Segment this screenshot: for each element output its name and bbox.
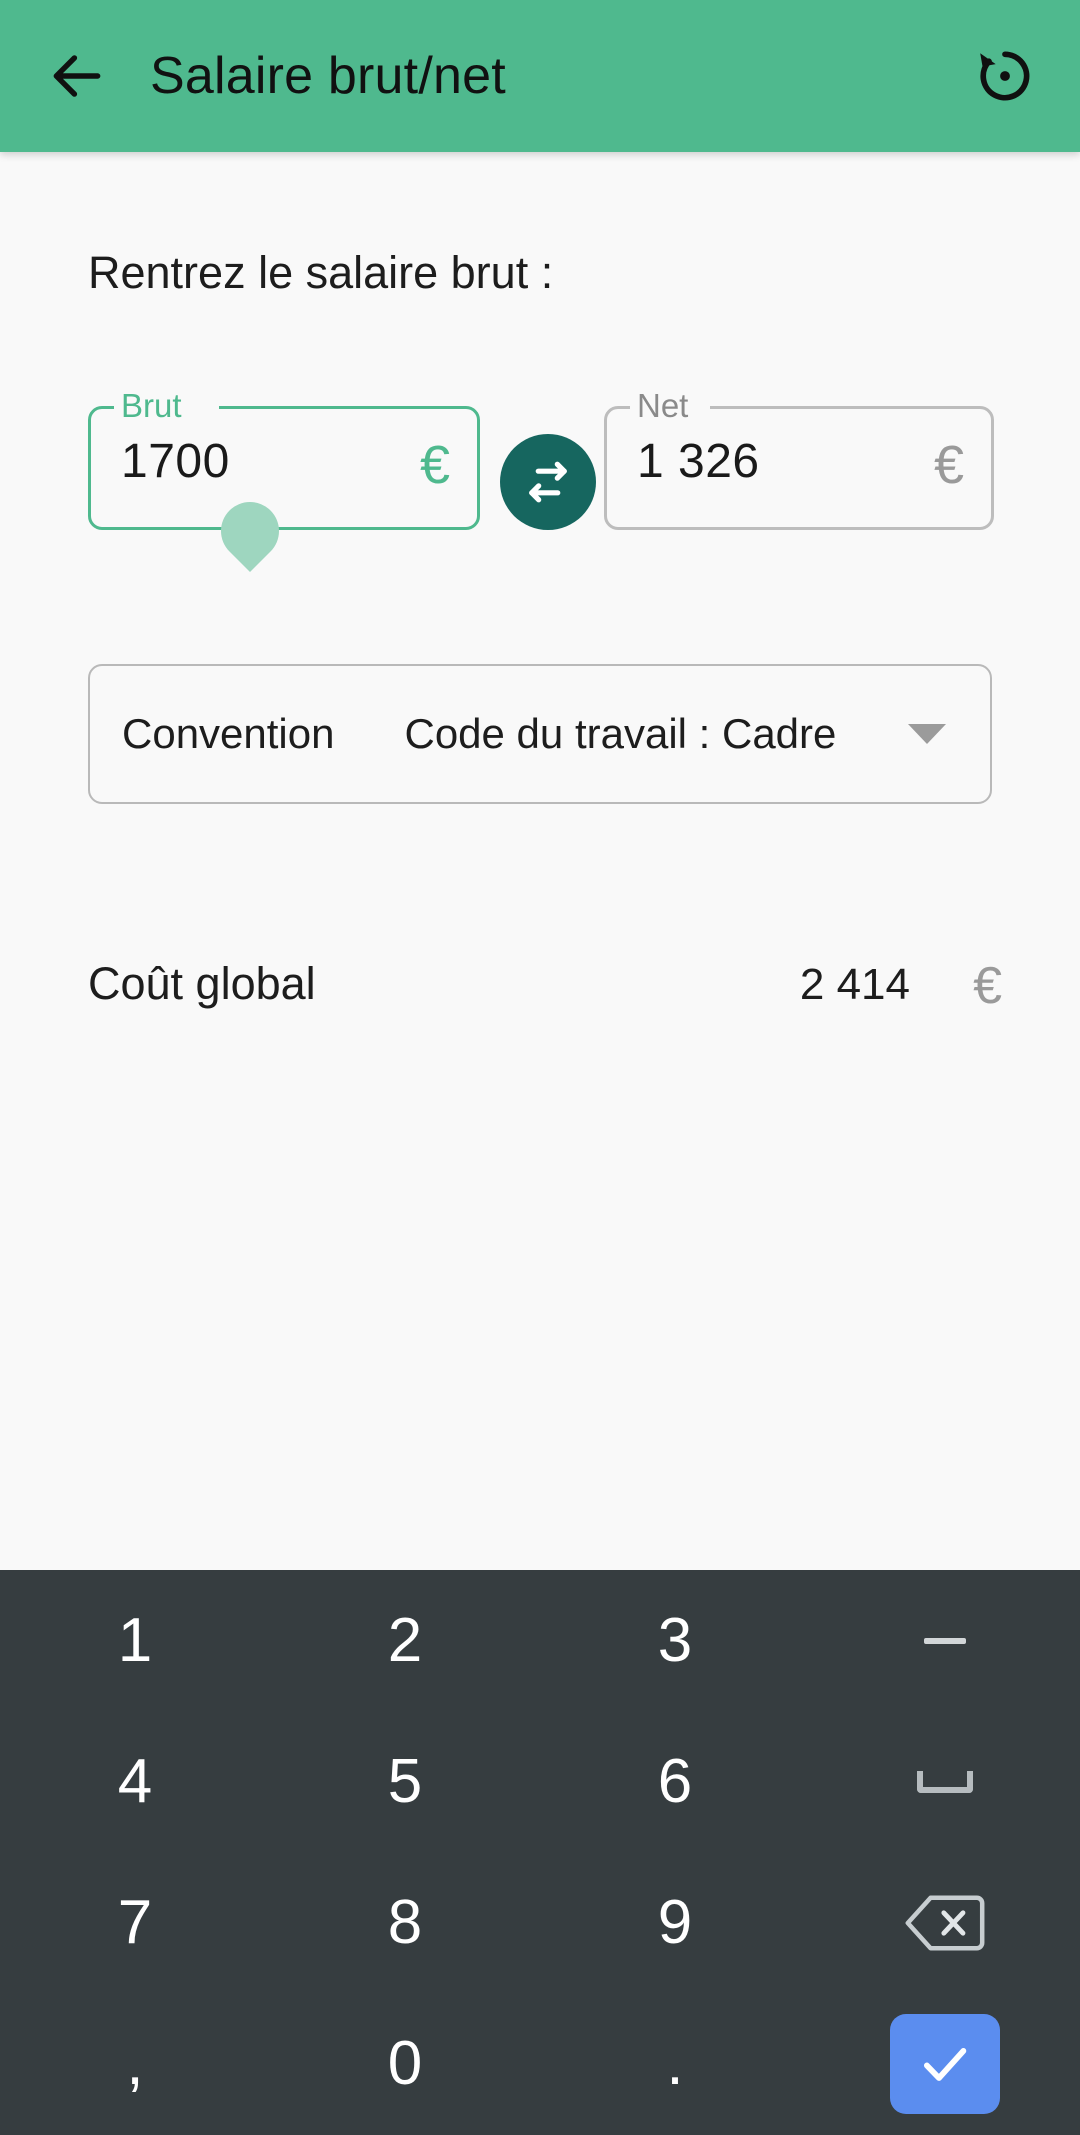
global-cost-currency-symbol: € [973,957,1002,1015]
restore-button[interactable] [956,27,1054,125]
salary-input-row: Brut 1700 € Net 1 326 € [0,387,1080,586]
key-7-label: 7 [117,1887,153,1957]
brut-field[interactable]: Brut 1700 € [88,387,480,573]
global-cost-row: Coût global 2 414 € [0,957,1080,1038]
key-2[interactable]: 2 [270,1570,540,1711]
caret-down-icon[interactable] [908,724,946,744]
key-5-label: 5 [387,1746,423,1816]
key-4-label: 4 [117,1746,153,1816]
cursor-drop-shape [208,489,292,573]
key-8[interactable]: 8 [270,1852,540,1993]
brut-currency-symbol: € [419,435,450,495]
key-2-label: 2 [387,1605,423,1675]
key-0[interactable]: 0 [270,1993,540,2134]
global-cost-label: Coût global [88,958,316,1009]
restore-history-icon [980,51,1030,101]
swap-horizontal-icon [529,461,567,503]
keyboard-row: 7 8 9 [0,1852,1080,1993]
key-6[interactable]: 6 [540,1711,810,1852]
convention-select[interactable]: Convention Code du travail : Cadre [88,664,992,804]
key-3[interactable]: 3 [540,1570,810,1711]
key-period[interactable]: . [540,1993,810,2134]
app-bar: Salaire brut/net [0,0,1080,152]
swap-button[interactable] [500,434,596,530]
key-minus[interactable] [810,1570,1080,1711]
net-field[interactable]: Net 1 326 € [604,387,994,530]
space-icon [917,1770,973,1793]
net-field-label: Net [637,387,689,424]
convention-label: Convention [122,710,335,757]
arrow-left-icon [53,55,101,97]
key-5[interactable]: 5 [270,1711,540,1852]
key-9[interactable]: 9 [540,1852,810,1993]
prompt-text: Rentrez le salaire brut : [88,247,554,298]
key-backspace[interactable] [810,1852,1080,1993]
key-9-label: 9 [657,1887,693,1957]
numeric-keyboard: 1 2 3 4 5 6 7 8 9, 0. [0,1570,1080,2135]
brut-field-value: 1700 [121,435,230,488]
key-enter[interactable] [810,1993,1080,2134]
keyboard-row: 1 2 3 [0,1570,1080,1711]
enter-key-cap[interactable] [890,2013,1000,2114]
back-button[interactable] [22,21,132,131]
convention-value: Code du travail : Cadre [404,710,837,757]
key-1-label: 1 [117,1605,153,1675]
key-6-label: 6 [657,1746,693,1816]
key-period-label: . [666,2028,684,2098]
app-screen: Salaire brut/net Rentrez le salaire brut… [0,0,1080,2135]
keyboard-row: , 0. [0,1993,1080,2134]
backspace-icon [905,1895,985,1950]
minus-icon [924,1637,966,1644]
key-comma-label: , [126,2028,144,2098]
global-cost-value: 2 414 [799,960,910,1009]
net-currency-symbol: € [933,435,964,495]
checkmark-icon [923,2047,967,2081]
keyboard-row: 4 5 6 [0,1711,1080,1852]
text-cursor-handle[interactable] [208,489,292,573]
brut-field-label: Brut [121,387,182,424]
key-comma[interactable]: , [0,1993,270,2134]
key-3-label: 3 [657,1605,693,1675]
key-4[interactable]: 4 [0,1711,270,1852]
key-7[interactable]: 7 [0,1852,270,1993]
content-area: Rentrez le salaire brut : Brut 1700 € Ne… [0,152,1080,1570]
key-0-label: 0 [387,2028,423,2098]
key-8-label: 8 [387,1887,423,1957]
key-1[interactable]: 1 [0,1570,270,1711]
net-field-value: 1 326 [637,435,760,488]
key-space[interactable] [810,1711,1080,1852]
page-title: Salaire brut/net [150,47,506,105]
